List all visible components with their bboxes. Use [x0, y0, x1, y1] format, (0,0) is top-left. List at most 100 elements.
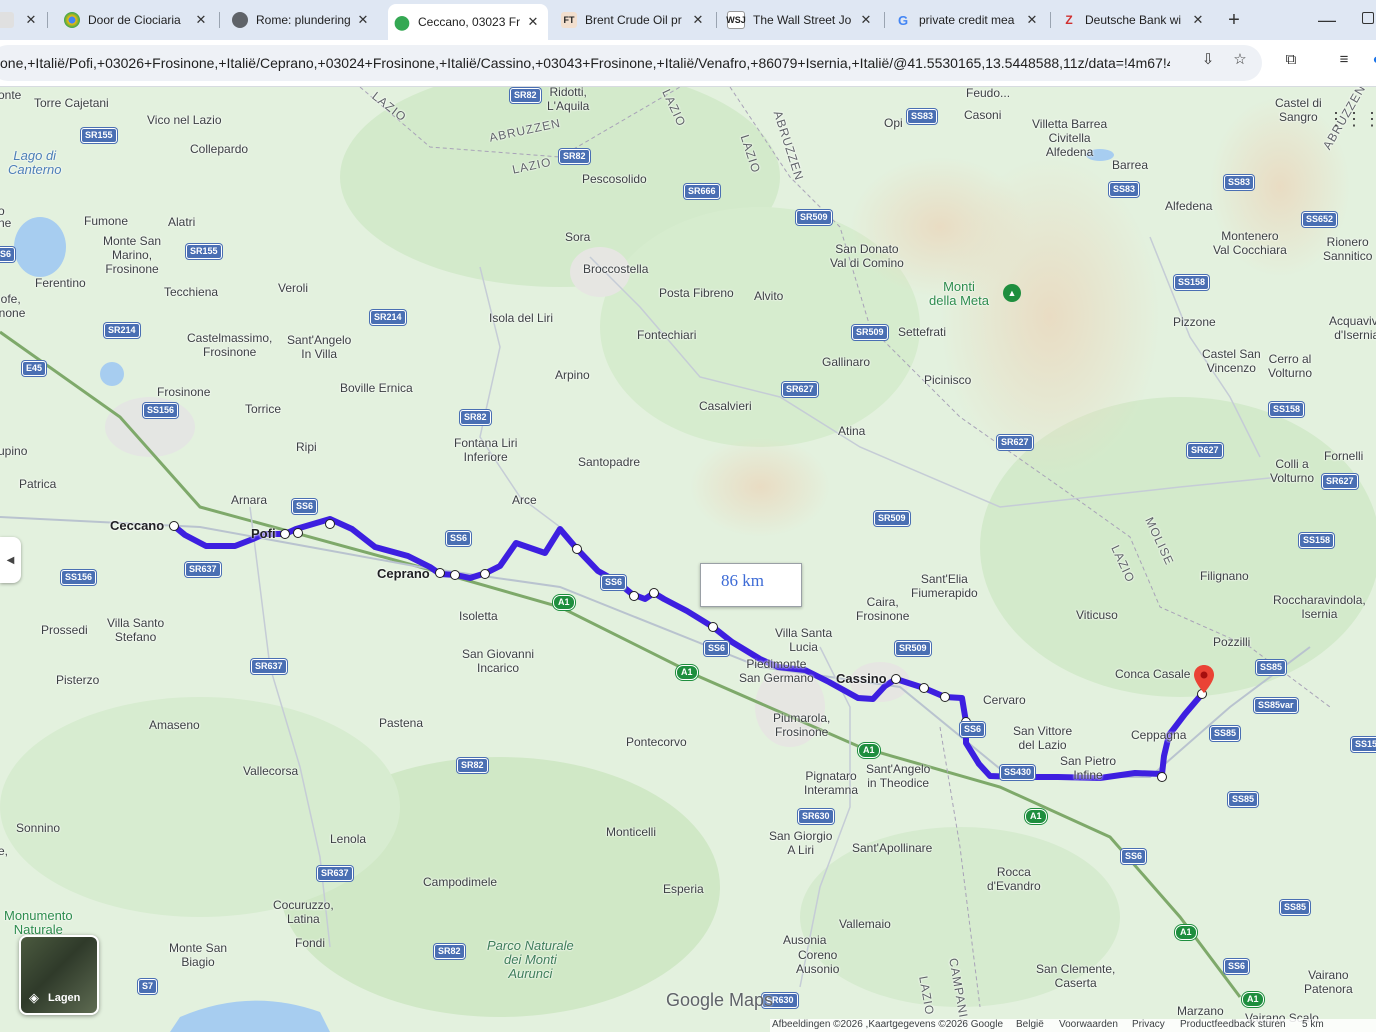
- place-label-montenero[interactable]: Montenero Val Cocchiara: [1213, 229, 1287, 257]
- browser-tab[interactable]: FT Brent Crude Oil pr ✕: [555, 5, 713, 35]
- place-label-monticelli[interactable]: Monticelli: [606, 825, 656, 839]
- place-label-villetta-barrea[interactable]: Villetta Barrea Civitella Alfedena: [1032, 117, 1107, 159]
- address-bar[interactable]: one,+Italië/Pofi,+03026+Frosinone,+Itali…: [0, 45, 1262, 81]
- install-app-icon[interactable]: ⇩: [1197, 48, 1219, 70]
- place-label-arnara[interactable]: Arnara: [231, 493, 267, 507]
- place-label-broccostella[interactable]: Broccostella: [583, 262, 648, 276]
- place-label-santangelo-theodice[interactable]: Sant'Angelo in Theodice: [866, 762, 930, 790]
- place-label-ripi[interactable]: Ripi: [296, 440, 317, 454]
- close-tab-icon[interactable]: ✕: [524, 14, 542, 30]
- place-label-ceccano[interactable]: Ceccano: [110, 519, 164, 533]
- bookmark-star-icon[interactable]: ☆: [1229, 48, 1251, 70]
- place-label-lenola[interactable]: Lenola: [330, 832, 366, 846]
- place-label-viticuso[interactable]: Viticuso: [1076, 608, 1118, 622]
- route-waypoint[interactable]: [572, 544, 582, 554]
- place-label-pescosolido[interactable]: Pescosolido: [582, 172, 647, 186]
- route-waypoint[interactable]: [293, 528, 303, 538]
- place-label-cassino[interactable]: Cassino: [836, 672, 887, 686]
- place-label-vallemaio[interactable]: Vallemaio: [839, 917, 891, 931]
- place-label-castelmassimo[interactable]: Castelmassimo, Frosinone: [187, 331, 272, 359]
- place-label-cervaro[interactable]: Cervaro: [983, 693, 1026, 707]
- park-icon[interactable]: ▲: [1003, 284, 1021, 302]
- close-tab-icon[interactable]: ✕: [857, 12, 875, 28]
- place-label-sonnino[interactable]: Sonnino: [16, 821, 60, 835]
- place-label-castel-di-sangro[interactable]: Castel di Sangro: [1275, 96, 1322, 124]
- place-label-villa-santo-stefano[interactable]: Villa Santo Stefano: [107, 616, 164, 644]
- route-waypoint[interactable]: [450, 570, 460, 580]
- browser-tab[interactable]: De✕: [0, 5, 44, 35]
- place-label-patrica[interactable]: Patrica: [19, 477, 56, 491]
- place-label-santangelo-villa[interactable]: Sant'Angelo In Villa: [287, 333, 351, 361]
- maximize-icon[interactable]: [1362, 12, 1374, 24]
- place-label-tecchiena[interactable]: Tecchiena: [164, 285, 218, 299]
- browser-tab[interactable]: Door de Ciociaria ✕: [58, 5, 216, 35]
- new-tab-button[interactable]: +: [1222, 8, 1246, 32]
- water-label-lago-di-canterno[interactable]: Lago di Canterno: [8, 149, 61, 177]
- place-label-ausonia[interactable]: Ausonia: [783, 933, 826, 947]
- park-label-parco-aurunci[interactable]: Parco Naturale dei Monti Aurunci: [487, 939, 574, 981]
- place-label-fumone[interactable]: Fumone: [84, 214, 128, 228]
- place-label-roccharavindola[interactable]: Roccharavindola, Isernia: [1273, 593, 1366, 621]
- place-label-gallinaro[interactable]: Gallinaro: [822, 355, 870, 369]
- place-label-casoni[interactable]: Casoni: [964, 108, 1001, 122]
- place-label-pozzilli[interactable]: Pozzilli: [1213, 635, 1250, 649]
- layers-button[interactable]: ◈ Lagen: [19, 935, 99, 1015]
- place-label-settefrati[interactable]: Settefrati: [898, 325, 946, 339]
- place-label-pontecorvo[interactable]: Pontecorvo: [626, 735, 687, 749]
- place-label-picinisco[interactable]: Picinisco: [924, 373, 971, 387]
- place-label-san-clemente[interactable]: San Clemente, Caserta: [1036, 962, 1115, 990]
- place-label-isoletta[interactable]: Isoletta: [459, 609, 498, 623]
- place-label-arce[interactable]: Arce: [512, 493, 537, 507]
- place-label-conca-casale[interactable]: Conca Casale: [1115, 667, 1190, 681]
- place-label-torre-cajetani[interactable]: Torre Cajetani: [34, 96, 109, 110]
- place-label-monte-san-biagio[interactable]: Monte San Biagio: [169, 941, 227, 969]
- google-apps-icon[interactable]: ⋮⋮⋮: [1327, 105, 1376, 133]
- place-label-amaseno[interactable]: Amaseno: [149, 718, 200, 732]
- place-label-ferentino[interactable]: Ferentino: [35, 276, 86, 290]
- place-label-pofi[interactable]: Pofi: [251, 527, 276, 541]
- place-label-ceprano[interactable]: Ceprano: [377, 567, 430, 581]
- route-waypoint[interactable]: [480, 569, 490, 579]
- place-label-ne-left[interactable]: ne: [0, 216, 11, 230]
- place-label-santapollinare[interactable]: Sant'Apollinare: [852, 841, 932, 855]
- close-tab-icon[interactable]: ✕: [354, 12, 372, 28]
- place-label-e-left[interactable]: e,: [0, 844, 8, 858]
- place-label-san-giorgio[interactable]: San Giorgio A Liri: [769, 829, 832, 857]
- place-label-marzano[interactable]: Marzano: [1177, 1004, 1224, 1018]
- place-label-ridotti[interactable]: Ridotti, L'Aquila: [547, 87, 589, 113]
- place-label-fontana-liri[interactable]: Fontana Liri Inferiore: [454, 436, 517, 464]
- route-waypoint[interactable]: [649, 588, 659, 598]
- place-label-pizzone[interactable]: Pizzone: [1173, 315, 1216, 329]
- route-waypoint[interactable]: [708, 622, 718, 632]
- place-label-piedimonte[interactable]: Piedimonte San Germano: [739, 657, 814, 685]
- route-waypoint[interactable]: [325, 519, 335, 529]
- park-label-monti-della-meta[interactable]: Monti della Meta: [929, 280, 989, 308]
- place-label-cerro[interactable]: Cerro al Volturno: [1268, 352, 1312, 380]
- place-label-villa-santa-lucia[interactable]: Villa Santa Lucia: [775, 626, 832, 654]
- route-waypoint[interactable]: [435, 568, 445, 578]
- place-label-veroli[interactable]: Veroli: [278, 281, 308, 295]
- place-label-sora[interactable]: Sora: [565, 230, 590, 244]
- place-label-upino[interactable]: upino: [0, 444, 27, 458]
- place-label-rocca[interactable]: Rocca d'Evandro: [987, 865, 1041, 893]
- route-waypoint[interactable]: [1157, 772, 1167, 782]
- place-label-rionero[interactable]: Rionero Sannitico: [1323, 235, 1372, 263]
- place-label-san-giovanni[interactable]: San Giovanni Incarico: [462, 647, 534, 675]
- footer-privacy[interactable]: Privacy: [1132, 1019, 1165, 1030]
- close-tab-icon[interactable]: ✕: [1023, 12, 1041, 28]
- browser-tab[interactable]: Z Deutsche Bank wi ✕: [1055, 5, 1213, 35]
- route-waypoint[interactable]: [940, 692, 950, 702]
- place-label-fondi[interactable]: Fondi: [295, 936, 325, 950]
- place-label-san-vittore[interactable]: San Vittore del Lazio: [1013, 724, 1072, 752]
- place-label-acquaviva[interactable]: Acquavivad'Isernia: [1329, 314, 1376, 342]
- footer-terms[interactable]: Voorwaarden: [1059, 1019, 1118, 1030]
- place-label-alvito[interactable]: Alvito: [754, 289, 783, 303]
- place-label-feudo[interactable]: Feudo...: [966, 87, 1010, 100]
- route-waypoint[interactable]: [629, 591, 639, 601]
- place-label-vico-nel-lazio[interactable]: Vico nel Lazio: [147, 113, 222, 127]
- place-label-alatri[interactable]: Alatri: [168, 215, 195, 229]
- place-label-prossedi[interactable]: Prossedi: [41, 623, 88, 637]
- place-label-vallecorsa[interactable]: Vallecorsa: [243, 764, 298, 778]
- place-label-boville[interactable]: Boville Ernica: [340, 381, 413, 395]
- close-tab-icon[interactable]: ✕: [192, 12, 210, 28]
